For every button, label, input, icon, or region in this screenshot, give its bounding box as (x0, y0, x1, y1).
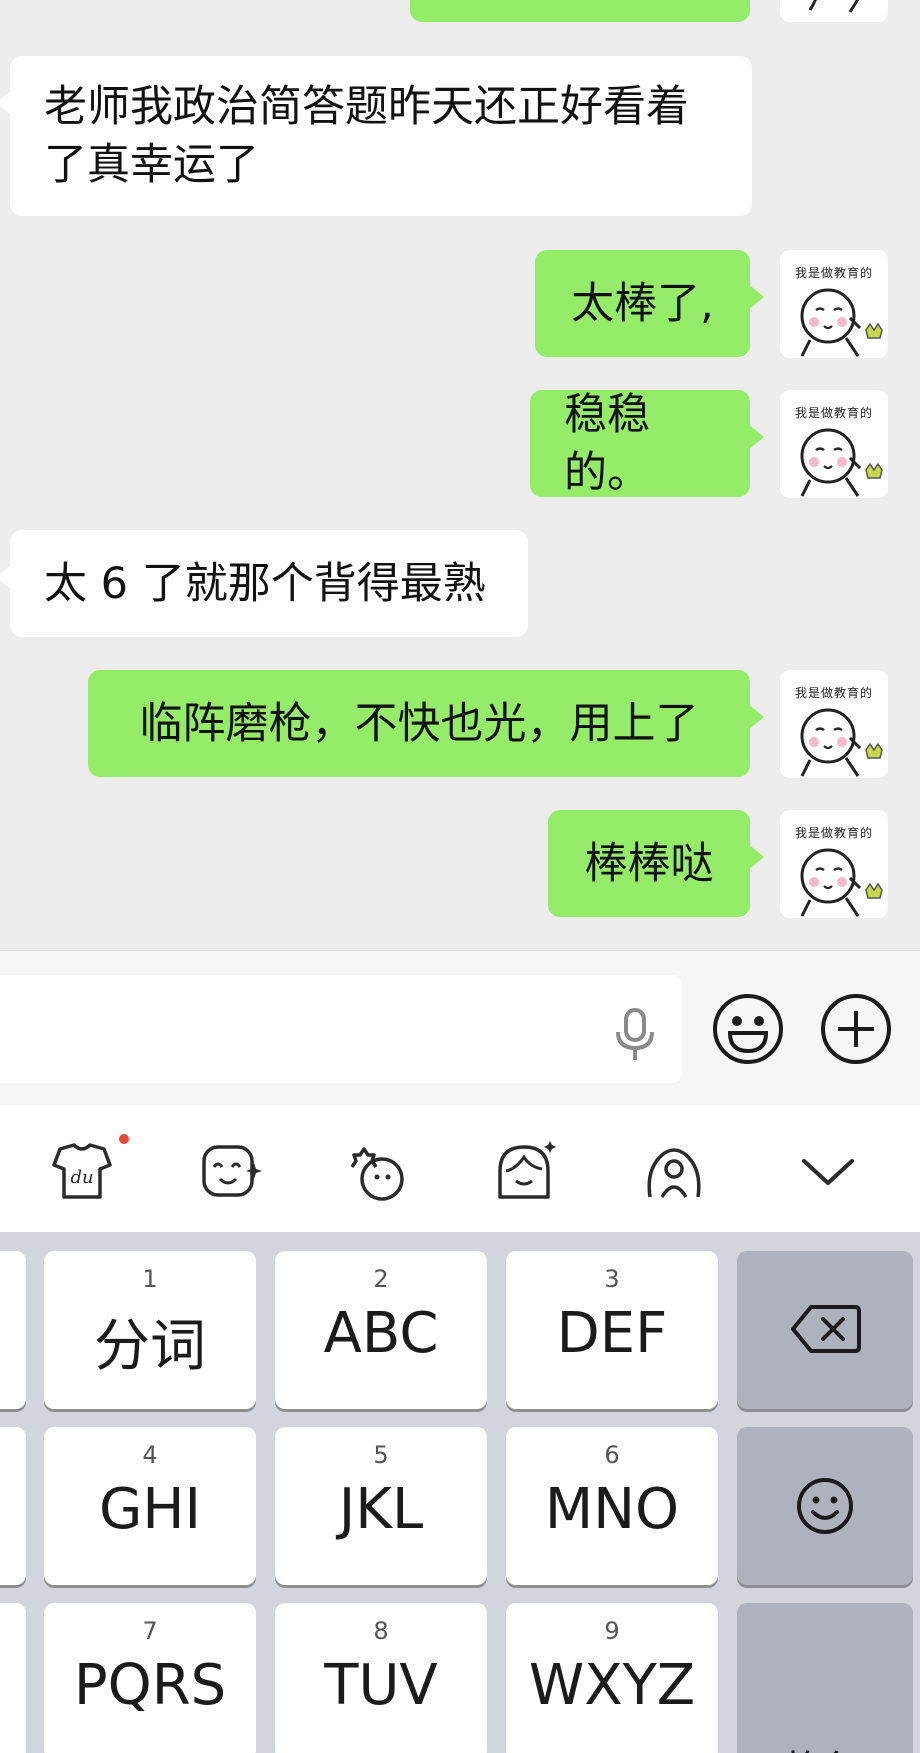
key-5[interactable]: 5 JKL (275, 1427, 487, 1585)
key-label: ABC (323, 1301, 439, 1366)
key-number: 4 (142, 1441, 158, 1469)
plus-icon[interactable] (820, 993, 892, 1065)
message-text: 临阵磨枪，不快也光，用上了 (139, 698, 699, 749)
key-label: PQRS (73, 1653, 227, 1718)
partial-outgoing-bubble (410, 0, 750, 22)
incoming-message[interactable]: 老师我政治简答题昨天还正好看着了真幸运了 (0, 56, 752, 216)
sticker-icon[interactable] (344, 1139, 408, 1203)
key-label: TUV (324, 1653, 438, 1718)
key-number: 2 (373, 1265, 389, 1293)
left-edge-key[interactable] (0, 1603, 26, 1753)
emoji-key[interactable] (737, 1427, 913, 1585)
key-number: 9 (604, 1617, 620, 1645)
key-2[interactable]: 2 ABC (275, 1251, 487, 1409)
key-label: MNO (544, 1477, 680, 1542)
key-8[interactable]: 8 TUV (275, 1603, 487, 1753)
key-number: 3 (604, 1265, 620, 1293)
my-avatar[interactable]: 我是做教育的 (780, 810, 888, 918)
key-label: JKL (338, 1477, 424, 1542)
outgoing-message[interactable]: 棒棒哒 (548, 810, 764, 917)
key-number: 8 (373, 1617, 389, 1645)
emoji-icon[interactable] (712, 993, 784, 1065)
my-avatar[interactable]: 我是做教育的 (780, 250, 888, 358)
backspace-icon (791, 1305, 861, 1353)
outgoing-message[interactable]: 太棒了, (535, 250, 764, 357)
du-skin-icon[interactable]: du (50, 1139, 114, 1203)
key-9[interactable]: 9 WXYZ (506, 1603, 718, 1753)
message-text: 太棒了, (571, 278, 714, 329)
key-number: 1 (142, 1265, 158, 1293)
message-text: 太 6 了就那个背得最熟 (44, 558, 486, 609)
emoji-icon (797, 1478, 853, 1534)
incoming-message[interactable]: 太 6 了就那个背得最熟 (0, 530, 528, 637)
outgoing-message[interactable]: 临阵磨枪，不快也光，用上了 (88, 670, 764, 777)
avatar-caption: 我是做教育的 (794, 266, 873, 280)
key-number: 6 (604, 1441, 620, 1469)
microphone-icon[interactable] (612, 1006, 658, 1062)
key-3[interactable]: 3 DEF (506, 1251, 718, 1409)
key-label: WXYZ (528, 1653, 696, 1718)
return-key[interactable]: 换行 (737, 1603, 913, 1753)
avatar-caption: 我是做教育的 (794, 686, 873, 700)
key-label: 分词 (94, 1314, 206, 1379)
notification-dot (119, 1134, 129, 1144)
input-bar (0, 950, 920, 1105)
left-edge-key[interactable] (0, 1427, 26, 1585)
chat-area[interactable]: 老师我政治简答题昨天还正好看着了真幸运了 太棒了, 我是做教育的 稳稳的。 我是… (0, 0, 920, 950)
left-edge-key[interactable] (0, 1251, 26, 1409)
collapse-chevron-icon[interactable] (796, 1139, 860, 1203)
my-avatar[interactable]: 我是做教育的 (780, 670, 888, 778)
key-6[interactable]: 6 MNO (506, 1427, 718, 1585)
key-1[interactable]: 1 分词 (44, 1251, 256, 1409)
backspace-key[interactable] (737, 1251, 913, 1409)
return-label: 换行 (737, 1738, 913, 1753)
my-avatar[interactable]: 我是做教育的 (780, 390, 888, 498)
key-4[interactable]: 4 GHI (44, 1427, 256, 1585)
handwriting-icon[interactable] (642, 1139, 706, 1203)
key-label: DEF (556, 1301, 668, 1366)
svg-text:du: du (70, 1167, 93, 1188)
key-number: 5 (373, 1441, 389, 1469)
key-label: GHI (98, 1477, 202, 1542)
message-text: 老师我政治简答题昨天还正好看着了真幸运了 (44, 82, 689, 190)
key-number: 7 (142, 1617, 158, 1645)
ime-toolbar: du (0, 1105, 920, 1233)
avatar-caption: 我是做教育的 (794, 406, 873, 420)
outgoing-message[interactable]: 稳稳的。 (530, 390, 764, 498)
partial-avatar[interactable] (780, 0, 888, 22)
message-text: 棒棒哒 (584, 838, 714, 889)
avatar-caption: 我是做教育的 (794, 826, 873, 840)
key-7[interactable]: 7 PQRS (44, 1603, 256, 1753)
t9-keypad: 1 分词 2 ABC 3 DEF 4 GHI 5 JKL 6 MNO 7 PQR… (0, 1233, 920, 1753)
emoticon-icon[interactable] (198, 1139, 262, 1203)
message-text: 稳稳的。 (564, 389, 650, 498)
message-input[interactable] (0, 975, 682, 1083)
avatar-icon[interactable] (492, 1139, 556, 1203)
